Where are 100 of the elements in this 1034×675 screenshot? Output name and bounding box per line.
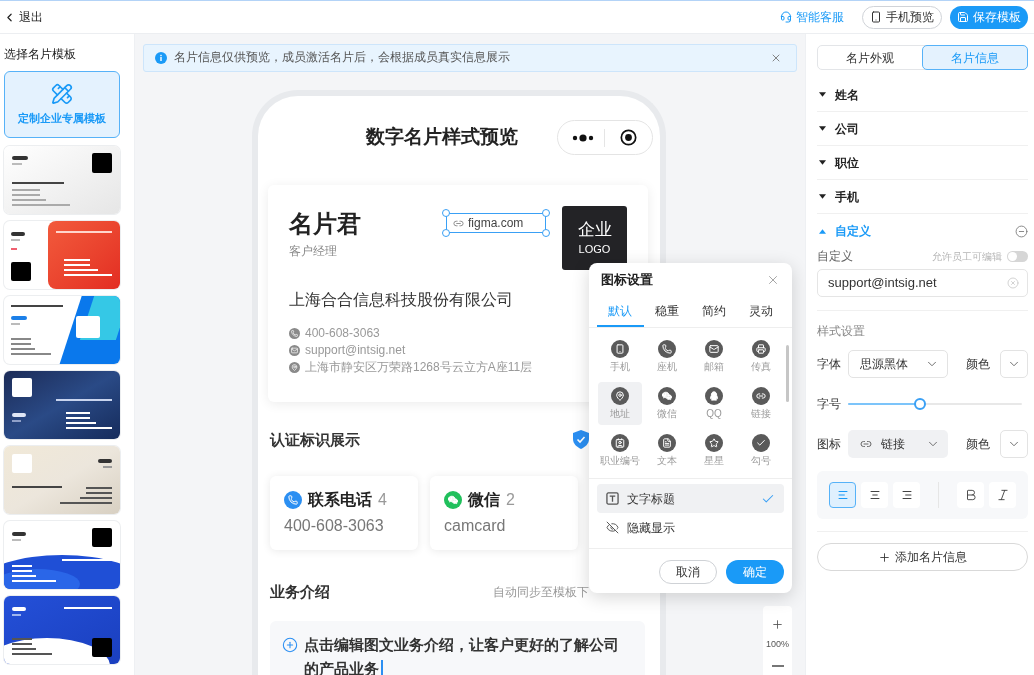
display-option[interactable]: 文字标题 — [597, 484, 784, 513]
italic-button[interactable] — [989, 482, 1016, 508]
resize-handle-icon[interactable] — [542, 229, 550, 237]
map-pin-icon — [611, 387, 629, 405]
logo-text: 企业 — [577, 220, 612, 240]
resize-handle-icon[interactable] — [442, 229, 450, 237]
stat-label: 微信 — [468, 490, 500, 510]
text-field[interactable]: support@intsig.net — [817, 269, 1028, 297]
font-size-slider[interactable] — [848, 398, 1022, 410]
color-select[interactable] — [1000, 350, 1028, 378]
card-template-drawing[interactable] — [4, 221, 120, 289]
caret-up-icon — [819, 228, 826, 234]
slider-thumb[interactable] — [914, 398, 927, 410]
phone-icon — [284, 491, 302, 509]
card-template-drawing[interactable] — [4, 146, 120, 214]
align-button[interactable] — [861, 482, 888, 508]
sync-note: 自动同步至模板下 — [493, 584, 589, 601]
chat-bubbles-icon — [658, 387, 676, 405]
card-template-drawing[interactable] — [4, 371, 120, 439]
zoom-level: 100% — [766, 638, 789, 650]
phone-icon — [289, 327, 300, 339]
printer-icon — [752, 340, 770, 358]
info-icon — [155, 52, 167, 64]
record-icon[interactable] — [620, 129, 637, 146]
mail-icon — [289, 344, 300, 356]
italic-icon — [995, 488, 1010, 502]
resize-handle-icon[interactable] — [442, 209, 450, 217]
caret-down-icon — [819, 160, 826, 165]
section-label: 样式设置 — [817, 324, 866, 338]
plus-icon — [771, 617, 784, 631]
card-template-drawing[interactable] — [4, 446, 120, 514]
stat-label: 联系电话 — [308, 490, 372, 510]
field-label: 字体 — [817, 356, 842, 373]
plus-circle-icon[interactable] — [282, 637, 298, 653]
link-field[interactable]: figma.com — [446, 213, 546, 233]
smartphone-icon — [870, 11, 882, 23]
tab[interactable]: 灵动 — [737, 297, 784, 327]
resize-handle-icon[interactable] — [542, 209, 550, 217]
headset-icon — [780, 11, 792, 23]
save-icon — [957, 11, 969, 23]
caret-down-icon — [819, 194, 826, 199]
section-heading: 业务介绍 — [270, 583, 330, 601]
preview-button[interactable]: 手机预览 — [862, 5, 942, 29]
section-heading: 认证标识展示 — [270, 430, 360, 449]
id-card-icon — [611, 434, 629, 452]
field-label: 字号 — [817, 396, 842, 413]
toggle-switch[interactable] — [1007, 250, 1028, 262]
stat-count: 2 — [506, 490, 515, 510]
job-title: 客户经理 — [289, 244, 337, 258]
mail-icon — [705, 340, 723, 358]
contact-text: support@intsig.net — [305, 343, 406, 357]
map-pin-icon — [289, 361, 300, 373]
align-button[interactable] — [893, 482, 920, 508]
cancel-button[interactable]: 取消 — [659, 560, 717, 584]
document-icon — [658, 434, 676, 452]
close-icon[interactable] — [770, 52, 782, 64]
more-icon[interactable] — [572, 133, 594, 142]
smartphone-icon — [611, 340, 629, 358]
field-label: 颜色 — [966, 356, 990, 373]
minus-icon — [771, 665, 784, 667]
dialog-title: 图标设置 — [601, 271, 653, 290]
page-title: 数字名片样式预览 — [366, 125, 518, 150]
plus-icon — [878, 550, 891, 564]
stat-value: camcard — [444, 516, 507, 536]
card-template-drawing[interactable] — [4, 596, 120, 664]
scrollbar-thumb[interactable] — [786, 345, 789, 402]
bold-button[interactable] — [957, 482, 984, 508]
display-option[interactable]: 隐藏显示 — [597, 513, 784, 542]
close-icon[interactable] — [766, 273, 780, 287]
back-button[interactable]: 退出 — [3, 6, 43, 28]
check-icon — [752, 434, 770, 452]
field-label: 颜色 — [966, 436, 990, 453]
tab[interactable]: 名片外观 — [818, 46, 923, 69]
pencil-ruler-icon — [51, 82, 73, 105]
remove-icon[interactable] — [1015, 224, 1028, 238]
card-template-drawing[interactable] — [4, 521, 120, 589]
editable-label: 允许员工可编辑 — [932, 249, 1002, 264]
accordion-header[interactable]: 公司 — [817, 119, 859, 138]
logo-text: LOGO — [578, 243, 611, 256]
heading-box-icon — [606, 492, 619, 505]
notice-text: 名片信息仅供预览，成员激活名片后，会根据成员真实信息展示 — [174, 50, 510, 66]
link-icon — [752, 387, 770, 405]
chat-bubbles-icon — [444, 491, 462, 509]
contact-text: 上海市静安区万荣路1268号云立方A座11层 — [305, 360, 533, 374]
person-name: 名片君 — [289, 209, 361, 239]
eye-off-icon — [606, 521, 619, 534]
icon-select[interactable]: 链接 — [848, 430, 948, 458]
penguin-icon — [705, 387, 723, 405]
phone-icon — [658, 340, 676, 358]
tab[interactable]: 简约 — [690, 297, 738, 327]
field-label: 自定义 — [817, 248, 853, 265]
font-select[interactable]: 思源黑体 — [848, 350, 948, 378]
color-select[interactable] — [1000, 430, 1028, 458]
accordion-header[interactable]: 职位 — [817, 153, 859, 172]
caret-down-icon — [819, 126, 826, 131]
tab[interactable]: 稳重 — [643, 297, 691, 327]
field-label: 图标 — [817, 436, 842, 453]
accordion-header[interactable]: 姓名 — [817, 85, 859, 104]
accordion-header[interactable]: 手机 — [817, 187, 859, 206]
contact-text: 400-608-3063 — [305, 326, 380, 340]
